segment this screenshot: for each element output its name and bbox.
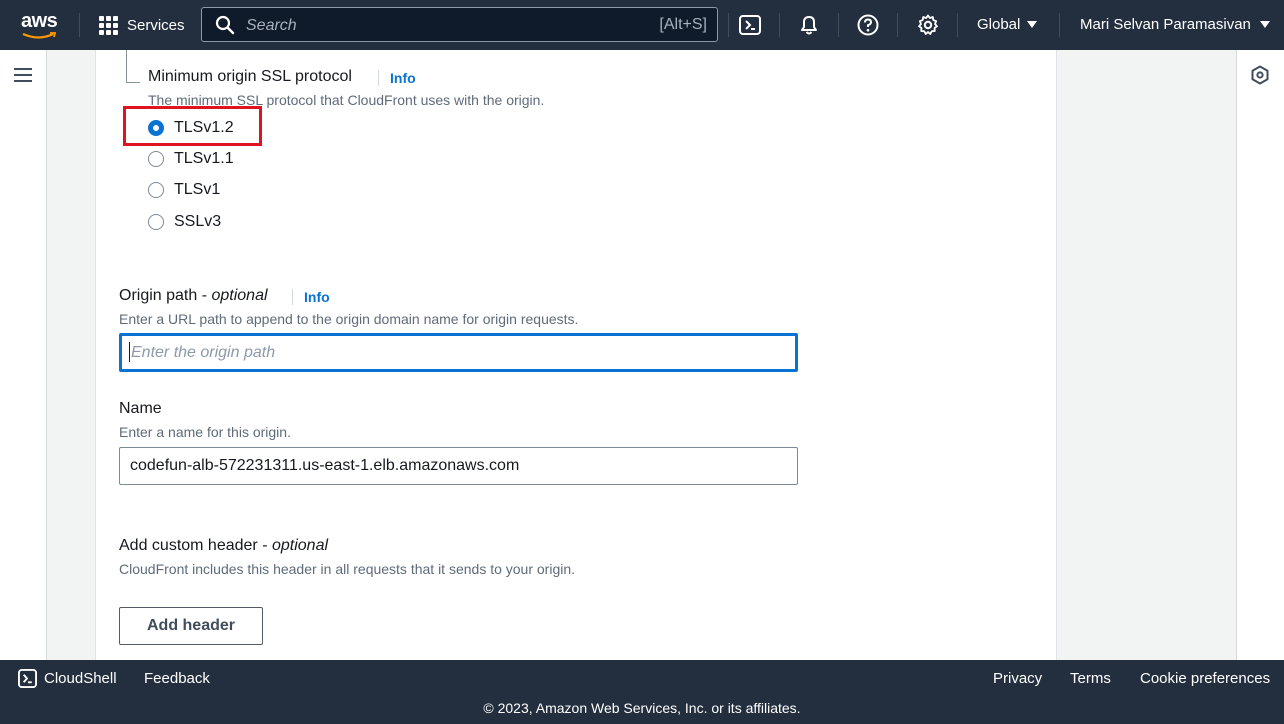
nav-divider (779, 13, 780, 37)
tree-connector (126, 50, 140, 83)
custom-header-label-text: Add custom header - (119, 537, 272, 554)
optional-tag: optional (211, 287, 268, 304)
nav-divider (897, 13, 898, 37)
services-label: Services (127, 16, 185, 34)
radio-label: TLSv1 (174, 181, 221, 198)
help-icon[interactable] (856, 13, 880, 37)
info-panel-icon[interactable] (1250, 65, 1270, 85)
info-divider (292, 289, 293, 305)
caret-down-icon (1259, 21, 1270, 28)
name-description: Enter a name for this origin. (119, 424, 291, 440)
settings-icon[interactable] (916, 13, 940, 37)
annotation-highlight-box (123, 106, 262, 146)
custom-header-label: Add custom header - optional (119, 537, 328, 555)
aws-logo-text: aws (21, 10, 58, 32)
origin-path-input[interactable] (119, 333, 798, 372)
radio-sslv3[interactable]: SSLv3 (148, 211, 221, 233)
privacy-link[interactable]: Privacy (993, 670, 1042, 687)
ssl-info-link[interactable]: Info (390, 70, 416, 86)
optional-tag: optional (271, 537, 329, 554)
radio-button[interactable] (148, 214, 164, 230)
caret-down-icon (1027, 21, 1038, 28)
aws-logo[interactable]: aws (21, 10, 61, 40)
grid-icon (99, 15, 118, 35)
nav-divider (79, 13, 80, 37)
services-menu-button[interactable]: Services (99, 0, 185, 50)
nav-divider (838, 13, 839, 37)
top-navigation: aws Services [Alt+S] (0, 0, 1284, 50)
side-navigation-rail (0, 50, 47, 660)
add-header-button[interactable]: Add header (119, 607, 263, 645)
origin-path-info-link[interactable]: Info (304, 289, 330, 305)
nav-divider (957, 13, 958, 37)
bell-icon[interactable] (797, 13, 821, 37)
text-cursor (129, 342, 130, 362)
radio-tlsv1[interactable]: TLSv1 (148, 179, 220, 201)
search-icon (215, 15, 235, 35)
name-label: Name (119, 400, 162, 417)
user-name: Mari Selvan Paramasivan (1080, 16, 1251, 33)
copyright-text: © 2023, Amazon Web Services, Inc. or its… (483, 700, 801, 716)
radio-label: TLSv1.1 (174, 150, 234, 167)
account-menu[interactable]: Mari Selvan Paramasivan (1080, 16, 1270, 33)
cloudshell-label: CloudShell (44, 670, 117, 687)
page-footer: CloudShell Feedback Privacy Terms Cookie… (0, 660, 1284, 724)
help-panel-rail (1236, 50, 1284, 660)
nav-divider (1059, 13, 1060, 37)
origin-path-label: Origin path - optional (119, 287, 268, 305)
cloudshell-icon (18, 669, 37, 688)
terms-link[interactable]: Terms (1070, 670, 1111, 687)
search-input[interactable] (244, 8, 648, 43)
origin-path-description: Enter a URL path to append to the origin… (119, 311, 579, 327)
nav-divider (728, 13, 729, 37)
hamburger-menu-icon[interactable] (14, 68, 32, 82)
cookie-preferences-link[interactable]: Cookie preferences (1140, 670, 1270, 687)
region-selector[interactable]: Global (977, 16, 1038, 33)
origin-path-label-text: Origin path - (119, 287, 212, 304)
radio-tlsv1-1[interactable]: TLSv1.1 (148, 148, 234, 170)
radio-label: SSLv3 (174, 213, 222, 230)
feedback-link[interactable]: Feedback (144, 670, 210, 687)
cloudshell-icon[interactable] (738, 13, 762, 37)
info-divider (378, 70, 379, 86)
custom-header-description: CloudFront includes this header in all r… (119, 561, 576, 577)
radio-button[interactable] (148, 182, 164, 198)
radio-button[interactable] (148, 151, 164, 167)
ssl-protocol-label: Minimum origin SSL protocol (148, 68, 352, 85)
search-shortcut-hint: [Alt+S] (659, 16, 707, 33)
region-label: Global (977, 16, 1021, 33)
aws-smile-icon (22, 32, 56, 39)
origin-name-input[interactable] (119, 447, 798, 485)
cloudshell-button[interactable]: CloudShell (18, 669, 117, 688)
search-box[interactable]: [Alt+S] (201, 7, 718, 43)
